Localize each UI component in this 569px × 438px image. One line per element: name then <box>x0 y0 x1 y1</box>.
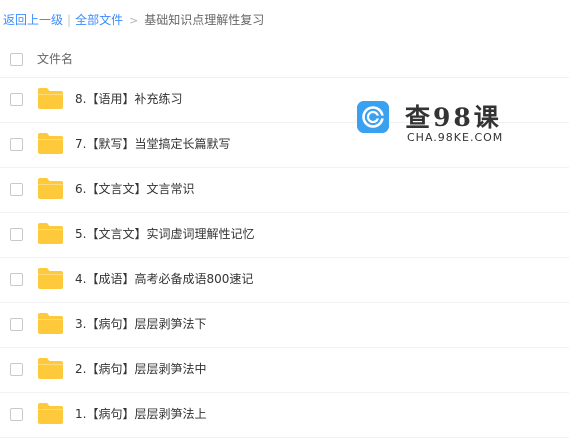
folder-icon <box>38 178 63 199</box>
row-checkbox[interactable] <box>10 138 23 151</box>
row-checkbox[interactable] <box>10 273 23 286</box>
folder-icon <box>38 88 63 109</box>
folder-name[interactable]: 1.【病句】层层剥笋法上 <box>75 405 206 422</box>
folder-icon <box>38 133 63 154</box>
current-folder-label: 基础知识点理解性复习 <box>144 13 265 27</box>
folder-name[interactable]: 6.【文言文】文言常识 <box>75 180 194 197</box>
column-header-filename[interactable]: 文件名 <box>37 50 73 67</box>
folder-row[interactable]: 4.【成语】高考必备成语800速记 <box>0 257 569 303</box>
folder-icon <box>38 313 63 334</box>
folder-icon <box>38 403 63 424</box>
folder-name[interactable]: 4.【成语】高考必备成语800速记 <box>75 270 253 287</box>
watermark-subtitle: CHA.98KE.COM <box>407 131 504 144</box>
watermark-title: 查98课 <box>405 103 502 132</box>
row-checkbox[interactable] <box>10 408 23 421</box>
folder-name[interactable]: 5.【文言文】实词虚词理解性记忆 <box>75 225 254 242</box>
folder-name[interactable]: 8.【语用】补充练习 <box>75 90 182 107</box>
breadcrumb: 返回上一级 | 全部文件 > 基础知识点理解性复习 <box>3 11 264 29</box>
all-files-link[interactable]: 全部文件 <box>75 13 123 27</box>
folder-name[interactable]: 2.【病句】层层剥笋法中 <box>75 360 206 377</box>
folder-row[interactable]: 2.【病句】层层剥笋法中 <box>0 347 569 393</box>
breadcrumb-separator: | <box>67 13 72 27</box>
folder-name[interactable]: 7.【默写】当堂搞定长篇默写 <box>75 135 230 152</box>
row-checkbox[interactable] <box>10 318 23 331</box>
folder-name[interactable]: 3.【病句】层层剥笋法下 <box>75 315 206 332</box>
folder-row[interactable]: 5.【文言文】实词虚词理解性记忆 <box>0 212 569 258</box>
folder-row[interactable]: 1.【病句】层层剥笋法上 <box>0 392 569 438</box>
row-checkbox[interactable] <box>10 228 23 241</box>
back-link[interactable]: 返回上一级 <box>3 13 63 27</box>
chevron-right-icon: > <box>129 14 139 27</box>
select-all-checkbox[interactable] <box>10 53 23 66</box>
watermark-logo-icon <box>357 101 389 133</box>
folder-row[interactable]: 3.【病句】层层剥笋法下 <box>0 302 569 348</box>
row-checkbox[interactable] <box>10 183 23 196</box>
folder-icon <box>38 268 63 289</box>
row-checkbox[interactable] <box>10 363 23 376</box>
folder-row[interactable]: 6.【文言文】文言常识 <box>0 167 569 213</box>
folder-icon <box>38 358 63 379</box>
row-checkbox[interactable] <box>10 93 23 106</box>
folder-icon <box>38 223 63 244</box>
file-list-header: 文件名 <box>0 41 569 78</box>
